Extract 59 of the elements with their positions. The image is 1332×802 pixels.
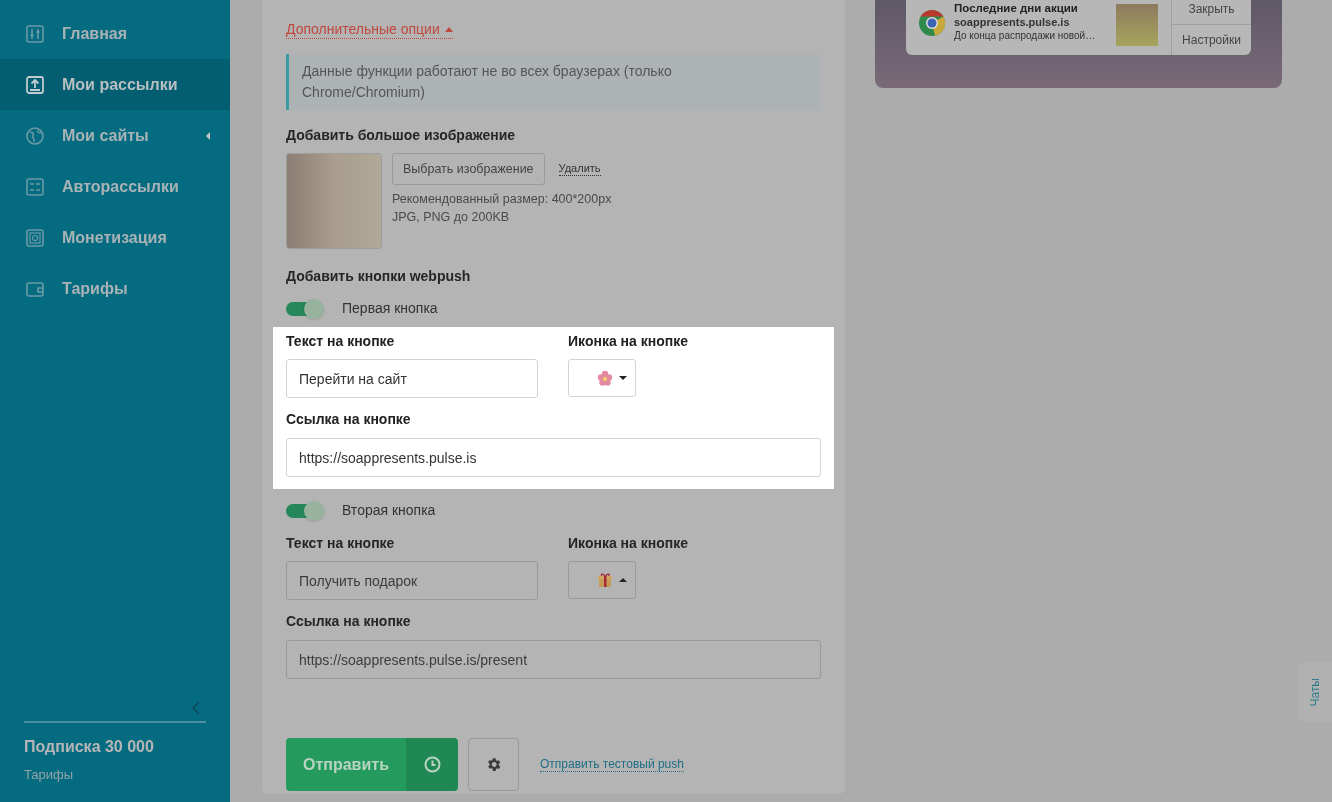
icon-dropdown[interactable] [568, 561, 636, 599]
section-heading: Добавить кнопки webpush [286, 267, 472, 286]
clock-icon [423, 756, 441, 773]
link-input-field[interactable]: https://soappresents.pulse.is/present [286, 640, 821, 679]
caret-icon [619, 376, 627, 380]
field-label: Текст на кнопке [286, 534, 396, 553]
sidebar-item[interactable]: Главная [0, 8, 230, 59]
caret-icon [619, 578, 627, 582]
notification-site: soappresents.pulse.is [954, 15, 1071, 29]
notification-button[interactable]: Настройки [1172, 24, 1251, 55]
tariffs-link[interactable]: Тарифы [24, 764, 206, 784]
toggle-label: Вторая кнопка [342, 501, 436, 520]
gift-icon [597, 572, 613, 588]
flow-icon [26, 177, 44, 196]
chats-tab[interactable]: Чаты [1298, 663, 1332, 721]
field-label: Текст на кнопке [286, 332, 396, 351]
field-label: Иконка на кнопке [568, 332, 689, 351]
notification-button[interactable]: Закрыть [1172, 0, 1251, 24]
field-label: Ссылка на кнопке [286, 410, 412, 429]
image-hint: JPG, PNG до 200KB [392, 209, 511, 226]
send-button[interactable]: Отправить [286, 738, 406, 791]
field-label: Иконка на кнопке [568, 534, 689, 553]
sidebar-item[interactable]: Мои рассылки [0, 59, 230, 110]
settings-button[interactable] [468, 738, 519, 791]
toggle-label: Первая кнопка [342, 299, 438, 318]
schedule-button[interactable] [406, 738, 458, 791]
notification-body: До конца распродажи новой… [954, 29, 1097, 43]
globe-icon [26, 126, 44, 145]
toggle-switch[interactable] [286, 503, 322, 518]
field-label: Ссылка на кнопке [286, 612, 412, 631]
upload-icon [26, 75, 44, 94]
toggle-switch[interactable] [286, 301, 322, 316]
info-notice: Данные функции работают не во всех браузерах (только Chrome/Chromium) [286, 54, 821, 110]
sidebar-item[interactable]: Мои сайты [0, 110, 230, 161]
wallet-icon [26, 279, 44, 298]
link-input-field[interactable]: https://soappresents.pulse.is [286, 438, 821, 477]
text-input-field[interactable]: Перейти на сайт [286, 359, 538, 398]
image-hint: Рекомендованный размер: 400*200px [392, 191, 612, 208]
sidebar-item[interactable]: Тарифы [0, 263, 230, 314]
safe-icon [26, 228, 44, 247]
flower-icon [597, 370, 613, 386]
notification-title: Последние дни акции [954, 1, 1079, 15]
plan-name: Подписка 30 000 [24, 736, 155, 757]
caret-icon [444, 26, 453, 32]
delete-link[interactable]: Удалить [558, 162, 601, 176]
sidebar-item[interactable]: Авторассылки [0, 161, 230, 212]
collapse-icon[interactable] [191, 700, 200, 715]
sliders-icon [26, 24, 44, 43]
text-input-field[interactable]: Получить подарок [286, 561, 538, 600]
icon-dropdown[interactable] [568, 359, 636, 397]
caret-icon [206, 131, 210, 140]
sidebar-item[interactable]: Монетизация [0, 212, 230, 263]
notification-photo [1116, 4, 1158, 46]
section-heading: Добавить большое изображение [286, 126, 517, 145]
settings-icon [485, 756, 502, 773]
options-toggle[interactable]: Дополнительные опции [286, 20, 453, 39]
choose-image-button[interactable]: Выбрать изображение [392, 153, 545, 185]
test-push-link[interactable]: Отправить тестовый push [540, 757, 684, 772]
browser-logo-icon [918, 9, 946, 37]
